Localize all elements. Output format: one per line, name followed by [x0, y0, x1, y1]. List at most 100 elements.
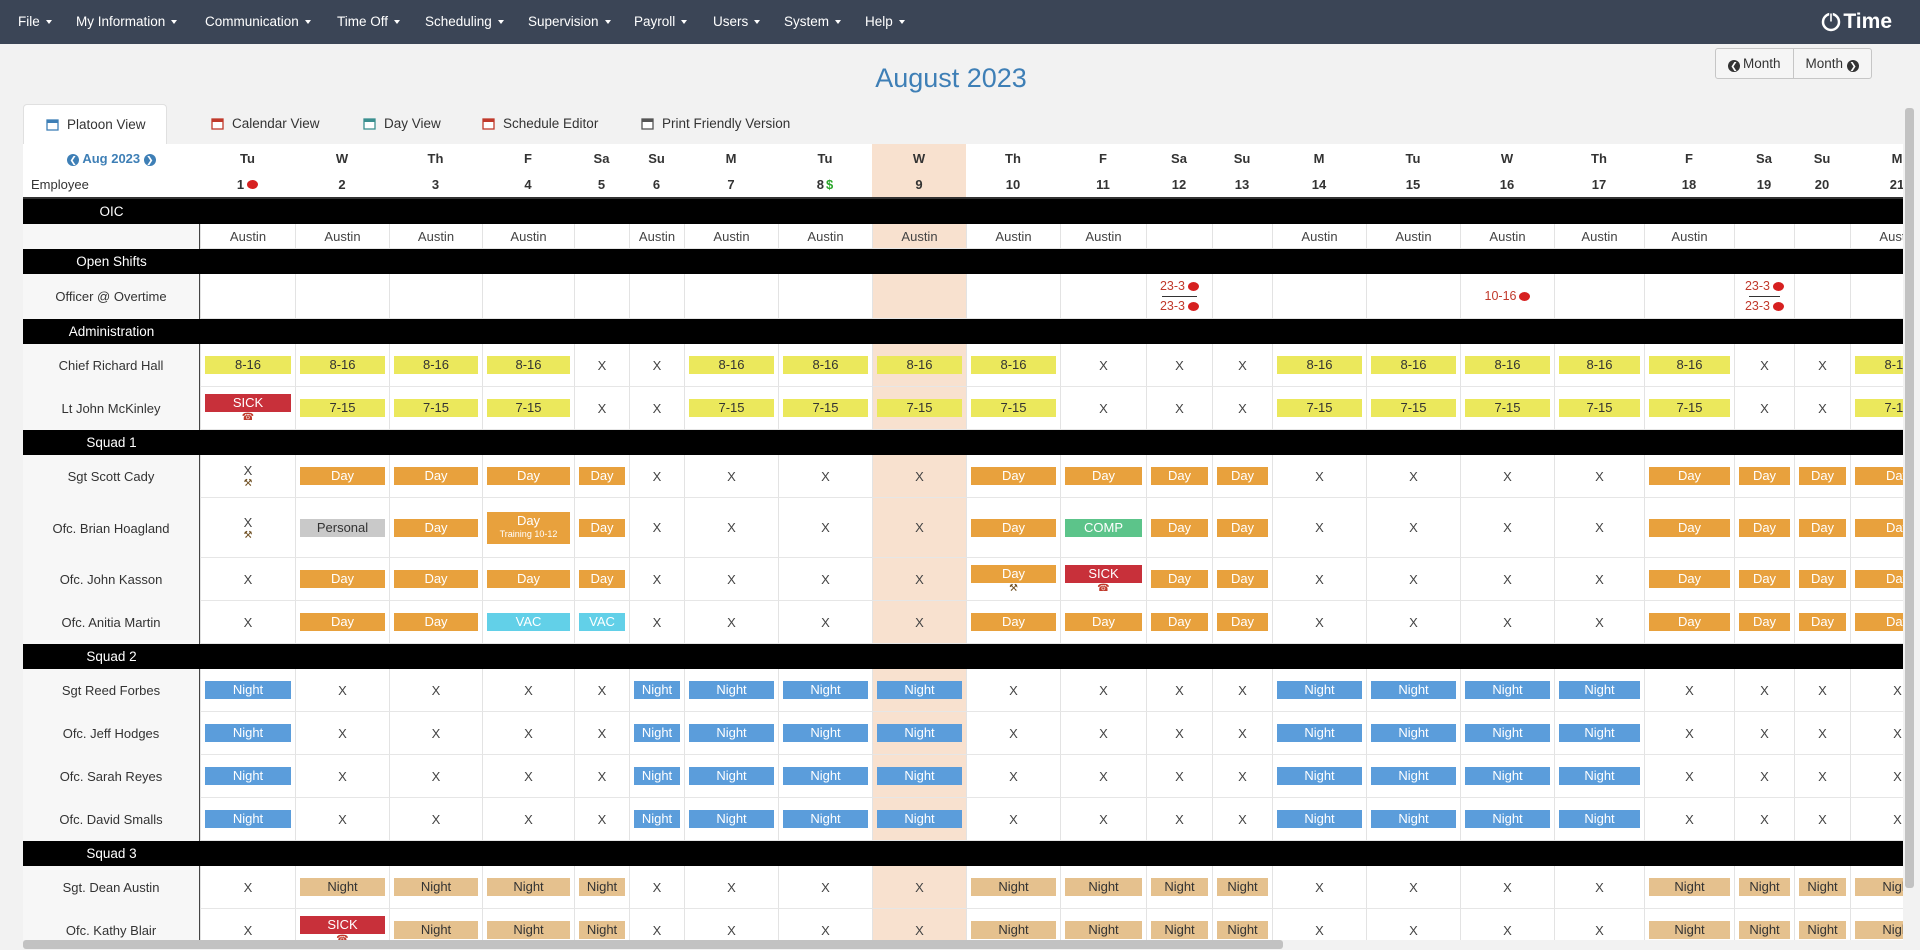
nav-menu-payroll[interactable]: Payroll [634, 0, 688, 44]
schedule-cell[interactable]: Night [629, 712, 684, 755]
schedule-cell[interactable]: Night [1272, 712, 1366, 755]
schedule-cell[interactable]: Day [1850, 498, 1903, 558]
schedule-cell[interactable] [1644, 274, 1734, 319]
schedule-cell[interactable]: Austin [684, 224, 778, 249]
schedule-cell[interactable]: Day [1794, 498, 1850, 558]
day-number-header[interactable]: 13 [1212, 172, 1272, 197]
schedule-cell[interactable]: X [482, 669, 574, 712]
schedule-cell[interactable]: X [1554, 558, 1644, 601]
chevron-right-icon[interactable]: ❯ [143, 153, 156, 166]
schedule-cell[interactable]: 10-16 [1460, 274, 1554, 319]
schedule-cell[interactable]: Night [629, 755, 684, 798]
nav-menu-system[interactable]: System [784, 0, 842, 44]
schedule-cell[interactable]: Night [1734, 909, 1794, 940]
schedule-cell[interactable]: X [1146, 712, 1212, 755]
schedule-cell[interactable]: X [684, 558, 778, 601]
open-shift[interactable]: 23-3 [1745, 299, 1785, 314]
schedule-cell[interactable]: X [574, 712, 629, 755]
schedule-cell[interactable]: Austin [872, 224, 966, 249]
schedule-cell[interactable]: VAC [482, 601, 574, 644]
schedule-cell[interactable]: Night [1060, 866, 1146, 909]
schedule-cell[interactable] [1794, 224, 1850, 249]
schedule-cell[interactable]: Austin [966, 224, 1060, 249]
schedule-cell[interactable]: X [1460, 601, 1554, 644]
schedule-cell[interactable]: Austin [1460, 224, 1554, 249]
schedule-cell[interactable]: Night [1212, 866, 1272, 909]
schedule-cell[interactable]: 7-15 [1850, 387, 1903, 430]
schedule-cell[interactable]: X [1554, 601, 1644, 644]
schedule-cell[interactable]: COMP [1060, 498, 1146, 558]
month-nav-link[interactable]: ❮ Aug 2023 ❯ [67, 151, 156, 166]
schedule-cell[interactable]: X [1212, 712, 1272, 755]
schedule-cell[interactable]: X [629, 866, 684, 909]
schedule-cell[interactable]: X [574, 669, 629, 712]
schedule-cell[interactable]: Day [1060, 601, 1146, 644]
schedule-cell[interactable]: Day [295, 455, 389, 498]
schedule-cell[interactable]: X [684, 909, 778, 940]
employee-name[interactable]: Ofc. David Smalls [23, 798, 200, 841]
open-shift[interactable]: 23-3 [1160, 279, 1200, 294]
schedule-cell[interactable]: Night [1644, 909, 1734, 940]
schedule-cell[interactable]: X [629, 387, 684, 430]
schedule-cell[interactable]: Day [389, 601, 482, 644]
schedule-cell[interactable]: Night [1272, 669, 1366, 712]
schedule-cell[interactable]: X [1850, 755, 1903, 798]
employee-name[interactable]: Sgt Reed Forbes [23, 669, 200, 712]
day-number-header[interactable]: 15 [1366, 172, 1460, 197]
schedule-cell[interactable]: 8-16 [200, 344, 295, 387]
schedule-cell[interactable] [872, 274, 966, 319]
schedule-cell[interactable]: 8-16 [684, 344, 778, 387]
schedule-cell[interactable]: X [200, 558, 295, 601]
schedule-cell[interactable]: Day [966, 601, 1060, 644]
day-number-header[interactable]: 2 [295, 172, 389, 197]
schedule-cell[interactable]: X [684, 455, 778, 498]
schedule-cell[interactable]: X [778, 455, 872, 498]
schedule-cell[interactable]: Night [200, 755, 295, 798]
schedule-cell[interactable]: 7-15 [1366, 387, 1460, 430]
schedule-cell[interactable]: Day [1212, 601, 1272, 644]
schedule-cell[interactable]: X [482, 712, 574, 755]
schedule-cell[interactable]: X [629, 344, 684, 387]
schedule-cell[interactable]: X [389, 712, 482, 755]
schedule-cell[interactable]: 7-15 [966, 387, 1060, 430]
schedule-cell[interactable]: X [1060, 344, 1146, 387]
schedule-cell[interactable]: Austin [482, 224, 574, 249]
schedule-cell[interactable]: Day [1794, 601, 1850, 644]
schedule-cell[interactable] [1850, 274, 1903, 319]
day-number-header[interactable]: 4 [482, 172, 574, 197]
schedule-cell[interactable]: X [1554, 866, 1644, 909]
schedule-cell[interactable]: Night [295, 866, 389, 909]
day-number-header[interactable]: 16 [1460, 172, 1554, 197]
schedule-cell[interactable]: Austin [778, 224, 872, 249]
schedule-cell[interactable]: X [684, 601, 778, 644]
schedule-cell[interactable]: Night [629, 669, 684, 712]
schedule-cell[interactable]: Day [1644, 601, 1734, 644]
day-number-header[interactable]: 6 [629, 172, 684, 197]
schedule-cell[interactable]: X [1272, 909, 1366, 940]
day-number-header[interactable]: 8 $ [778, 172, 872, 197]
schedule-cell[interactable]: Day [295, 601, 389, 644]
employee-name[interactable]: Sgt Scott Cady [23, 455, 200, 498]
schedule-cell[interactable]: X [1734, 387, 1794, 430]
schedule-cell[interactable]: Austin [200, 224, 295, 249]
schedule-cell[interactable]: VAC [574, 601, 629, 644]
schedule-cell[interactable] [482, 274, 574, 319]
schedule-cell[interactable]: Day [1734, 455, 1794, 498]
schedule-cell[interactable] [1060, 274, 1146, 319]
schedule-cell[interactable]: X [629, 909, 684, 940]
schedule-cell[interactable] [1146, 224, 1212, 249]
schedule-cell[interactable]: Day [1060, 455, 1146, 498]
schedule-cell[interactable]: X [1794, 387, 1850, 430]
schedule-cell[interactable]: X [872, 558, 966, 601]
schedule-cell[interactable]: SICK ☎ [295, 909, 389, 940]
schedule-cell[interactable]: 8-16 [389, 344, 482, 387]
schedule-cell[interactable]: Day [1794, 455, 1850, 498]
schedule-cell[interactable]: X [1794, 755, 1850, 798]
schedule-cell[interactable]: 8-16 [872, 344, 966, 387]
schedule-cell[interactable]: X [574, 798, 629, 841]
day-number-header[interactable]: 18 [1644, 172, 1734, 197]
schedule-cell[interactable]: Day [1794, 558, 1850, 601]
schedule-cell[interactable]: SICK ☎ [1060, 558, 1146, 601]
schedule-cell[interactable]: Night [1366, 755, 1460, 798]
schedule-cell[interactable]: Night [684, 669, 778, 712]
